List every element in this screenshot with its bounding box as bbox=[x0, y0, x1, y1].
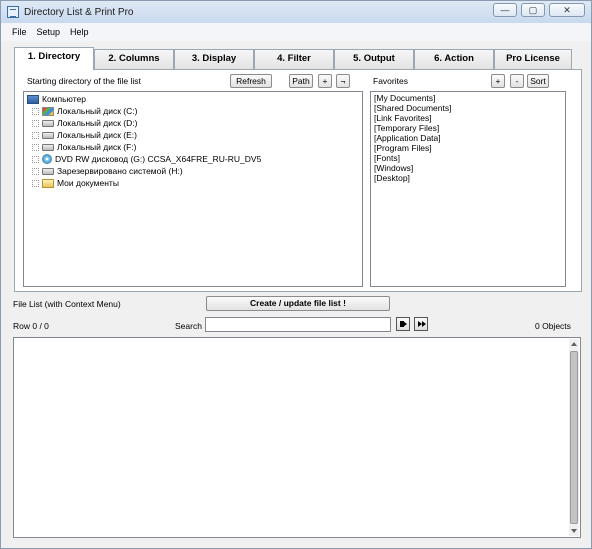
row-counter: Row 0 / 0 bbox=[13, 321, 49, 331]
search-next-button[interactable] bbox=[396, 317, 410, 331]
refresh-button[interactable]: Refresh bbox=[230, 74, 272, 88]
starting-directory-label: Starting directory of the file list bbox=[27, 76, 141, 86]
favorites-list[interactable]: [My Documents] [Shared Documents] [Link … bbox=[370, 91, 566, 287]
play-icon bbox=[403, 321, 407, 327]
tab-directory[interactable]: 1. Directory bbox=[14, 47, 94, 70]
expand-icon[interactable] bbox=[32, 167, 39, 175]
system-drive-icon bbox=[42, 106, 54, 116]
computer-icon bbox=[27, 94, 39, 104]
vertical-scrollbar[interactable] bbox=[569, 339, 579, 536]
directory-tree[interactable]: Компьютер Локальный диск (C:) Локальный … bbox=[23, 91, 363, 287]
expand-icon[interactable] bbox=[32, 179, 39, 187]
tab-display[interactable]: 3. Display bbox=[174, 49, 254, 69]
tree-item-my-documents[interactable]: Мои документы bbox=[32, 177, 119, 189]
search-all-button[interactable] bbox=[414, 317, 428, 331]
tree-item-drive-d[interactable]: Локальный диск (D:) bbox=[32, 117, 137, 129]
object-count: 0 Objects bbox=[535, 321, 571, 331]
directory-panel: Starting directory of the file list Refr… bbox=[14, 69, 582, 292]
tree-add-button[interactable]: + bbox=[318, 74, 332, 88]
favorite-item[interactable]: [Program Files] bbox=[374, 143, 432, 153]
close-button[interactable]: ✕ bbox=[549, 3, 585, 17]
favorite-item[interactable]: [Shared Documents] bbox=[374, 103, 451, 113]
tab-action[interactable]: 6. Action bbox=[414, 49, 494, 69]
file-list-label: File List (with Context Menu) bbox=[13, 299, 121, 309]
path-button[interactable]: Path bbox=[289, 74, 313, 88]
hard-drive-icon bbox=[42, 167, 54, 175]
window-title: Directory List & Print Pro bbox=[24, 6, 134, 18]
create-file-list-button[interactable]: Create / update file list ! bbox=[206, 296, 390, 311]
favorites-remove-button[interactable]: - bbox=[510, 74, 524, 88]
search-input[interactable] bbox=[205, 317, 391, 332]
expand-icon[interactable] bbox=[32, 131, 39, 139]
hard-drive-icon bbox=[42, 131, 54, 139]
favorites-sort-button[interactable]: Sort bbox=[527, 74, 549, 88]
scroll-up-icon[interactable] bbox=[571, 342, 577, 346]
favorite-item[interactable]: [Fonts] bbox=[374, 153, 400, 163]
favorite-item[interactable]: [Desktop] bbox=[374, 173, 410, 183]
expand-icon[interactable] bbox=[32, 143, 39, 151]
maximize-button[interactable]: ▢ bbox=[521, 3, 545, 17]
favorite-item[interactable]: [Temporary Files] bbox=[374, 123, 439, 133]
menu-file[interactable]: File bbox=[7, 27, 32, 37]
expand-icon[interactable] bbox=[32, 155, 39, 163]
tab-filter[interactable]: 4. Filter bbox=[254, 49, 334, 69]
tab-strip: 1. Directory 2. Columns 3. Display 4. Fi… bbox=[14, 47, 582, 70]
favorite-item[interactable]: [Application Data] bbox=[374, 133, 441, 143]
title-bar[interactable]: Directory List & Print Pro — ▢ ✕ bbox=[1, 1, 591, 23]
documents-folder-icon bbox=[42, 178, 54, 188]
menu-help[interactable]: Help bbox=[65, 27, 94, 37]
tree-item-drive-h[interactable]: Зарезервировано системой (H:) bbox=[32, 165, 183, 177]
tree-item-drive-e[interactable]: Локальный диск (E:) bbox=[32, 129, 137, 141]
scroll-down-icon[interactable] bbox=[571, 529, 577, 533]
favorites-label: Favorites bbox=[373, 76, 408, 86]
expand-icon[interactable] bbox=[32, 119, 39, 127]
file-list[interactable] bbox=[13, 337, 581, 538]
tree-item-drive-g[interactable]: DVD RW дисковод (G:) CCSA_X64FRE_RU-RU_D… bbox=[32, 153, 261, 165]
hard-drive-icon bbox=[42, 119, 54, 127]
search-label: Search bbox=[175, 321, 202, 331]
menu-bar: File Setup Help bbox=[1, 23, 591, 41]
favorites-add-button[interactable]: + bbox=[491, 74, 505, 88]
fast-forward-icon bbox=[422, 321, 426, 327]
hard-drive-icon bbox=[42, 143, 54, 151]
tree-item-computer[interactable]: Компьютер bbox=[27, 93, 86, 105]
tree-item-drive-c[interactable]: Локальный диск (C:) bbox=[32, 105, 137, 117]
tab-pro-license[interactable]: Pro License bbox=[494, 49, 572, 69]
favorite-item[interactable]: [Windows] bbox=[374, 163, 413, 173]
tab-columns[interactable]: 2. Columns bbox=[94, 49, 174, 69]
tree-toggle-button[interactable]: ¬ bbox=[336, 74, 350, 88]
favorite-item[interactable]: [Link Favorites] bbox=[374, 113, 432, 123]
tree-item-drive-f[interactable]: Локальный диск (F:) bbox=[32, 141, 137, 153]
main-window: Directory List & Print Pro — ▢ ✕ File Se… bbox=[0, 0, 592, 549]
dvd-drive-icon bbox=[42, 154, 52, 164]
menu-setup[interactable]: Setup bbox=[32, 27, 66, 37]
expand-icon[interactable] bbox=[32, 107, 39, 115]
scroll-thumb[interactable] bbox=[570, 351, 578, 524]
tab-output[interactable]: 5. Output bbox=[334, 49, 414, 69]
app-icon bbox=[7, 6, 19, 18]
minimize-button[interactable]: — bbox=[493, 3, 517, 17]
favorite-item[interactable]: [My Documents] bbox=[374, 93, 435, 103]
